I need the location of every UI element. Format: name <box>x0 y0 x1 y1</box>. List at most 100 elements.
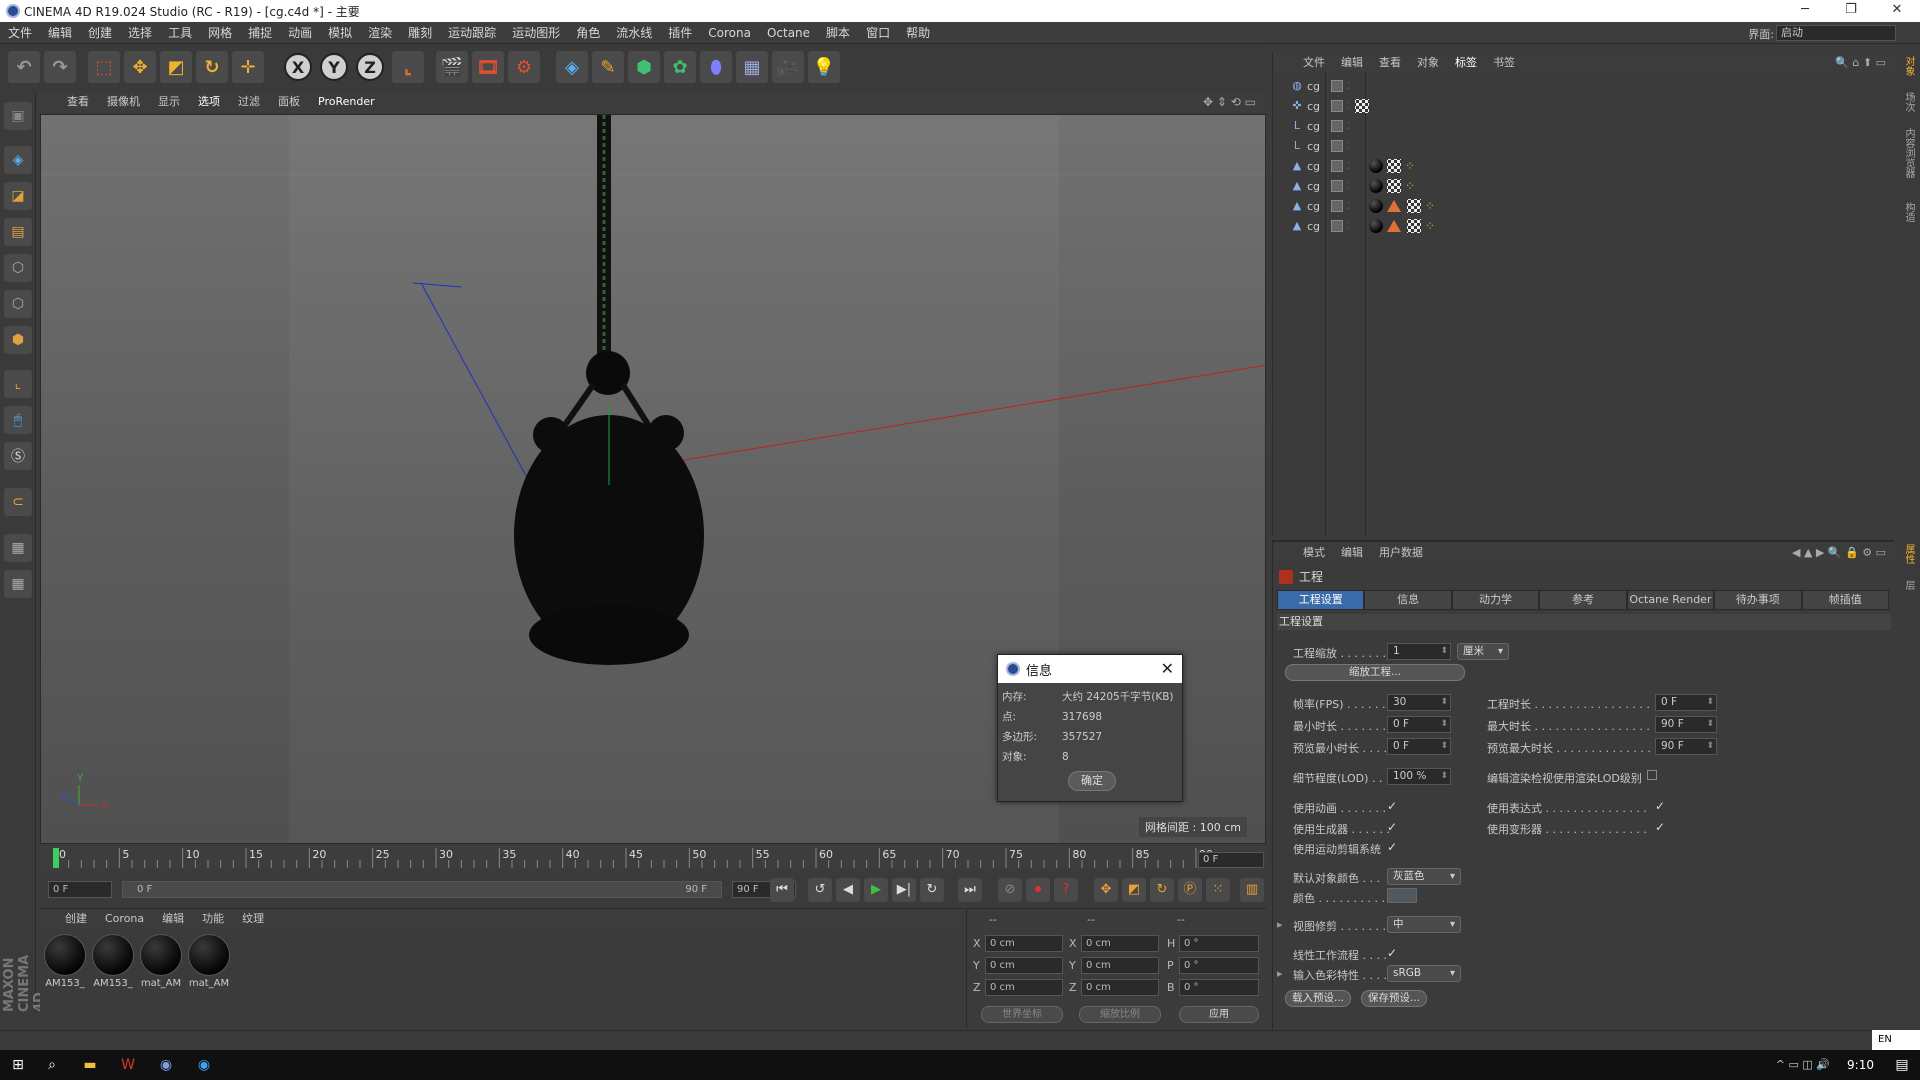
selection-tag-icon[interactable]: ⁘ <box>1405 179 1419 193</box>
render-settings-icon[interactable]: ⚙ <box>508 51 540 83</box>
ime-indicator[interactable]: EN <box>1872 1030 1920 1050</box>
pen-spline-icon[interactable]: ✎ <box>592 51 624 83</box>
lod-field[interactable]: 100 % <box>1387 768 1451 785</box>
om-menu-view[interactable]: 查看 <box>1371 54 1409 70</box>
use-deformers-checkbox[interactable]: ✓ <box>1655 821 1667 833</box>
tab-frame-interpolation[interactable]: 帧插值 <box>1801 590 1889 610</box>
input-color-profile-dropdown[interactable]: sRGB <box>1387 965 1461 982</box>
menu-select[interactable]: 选择 <box>120 22 160 44</box>
tab-objects[interactable]: 对象 <box>1900 56 1916 76</box>
goto-next-key-icon[interactable]: ↻ <box>920 878 944 902</box>
play-icon[interactable]: ▶ <box>864 878 888 902</box>
material-tag-icon[interactable] <box>1369 159 1383 173</box>
browser-taskbar-icon[interactable]: ◉ <box>194 1055 214 1075</box>
am-menu-user-data[interactable]: 用户数据 <box>1371 544 1431 560</box>
next-frame-icon[interactable]: ▶| <box>892 878 916 902</box>
layer-toggle[interactable] <box>1331 160 1343 172</box>
om-menu-bookmarks[interactable]: 书签 <box>1485 54 1523 70</box>
material-swatch[interactable]: mat_AM <box>186 934 232 994</box>
material-menu-edit[interactable]: 编辑 <box>153 909 193 929</box>
object-row[interactable]: ▲ cg ⁚ ⁘ <box>1273 176 1895 196</box>
om-search-home-icons[interactable]: 🔍 ⌂ ⬆ ▭ <box>1835 56 1886 69</box>
om-menu-file[interactable]: 文件 <box>1295 54 1333 70</box>
project-scale-field[interactable]: 1 <box>1387 643 1451 660</box>
layer-toggle[interactable] <box>1331 100 1343 112</box>
viewport-menu-display[interactable]: 显示 <box>149 92 189 112</box>
tab-attributes[interactable]: 属性 <box>1900 544 1916 564</box>
tab-info[interactable]: 信息 <box>1364 590 1452 610</box>
preview-min-time-field[interactable]: 0 F <box>1387 738 1451 755</box>
search-icon[interactable]: ⌕ <box>42 1055 62 1075</box>
goto-prev-key-icon[interactable]: ↺ <box>808 878 832 902</box>
texture-mode-icon[interactable]: ◪ <box>4 182 32 210</box>
magnet-icon[interactable]: ⊂ <box>4 488 32 516</box>
use-animation-checkbox[interactable]: ✓ <box>1387 800 1399 812</box>
coord-size-z-field[interactable]: 0 cm <box>1081 979 1159 996</box>
maximize-button[interactable]: ❐ <box>1828 0 1874 22</box>
use-motion-system-checkbox[interactable]: ✓ <box>1387 841 1399 853</box>
object-row[interactable]: ✜ cg ⁚ <box>1273 96 1895 116</box>
polygons-mode-icon[interactable]: ⬢ <box>4 326 32 354</box>
visibility-dots[interactable]: ⁚ <box>1347 81 1350 92</box>
coord-pos-z-field[interactable]: 0 cm <box>985 979 1063 996</box>
max-time-field[interactable]: 90 F <box>1655 716 1717 733</box>
coord-pos-x-field[interactable]: 0 cm <box>985 935 1063 952</box>
tab-layers[interactable]: 层 <box>1900 580 1916 590</box>
layer-toggle[interactable] <box>1331 220 1343 232</box>
tab-project-settings[interactable]: 工程设置 <box>1277 590 1365 610</box>
make-editable-icon[interactable]: ▣ <box>4 102 32 130</box>
project-time-field[interactable]: 0 F <box>1655 694 1717 711</box>
goto-end-icon[interactable]: ⏭ <box>958 878 982 902</box>
tweak-mode-icon[interactable]: 🖱 <box>4 406 32 434</box>
coordinate-system-icon[interactable]: ⌞ <box>392 51 424 83</box>
wps-app-icon[interactable]: W <box>118 1055 138 1075</box>
file-explorer-icon[interactable]: ▬ <box>80 1055 100 1075</box>
input-color-expand-icon[interactable]: ▸ <box>1277 967 1283 980</box>
visibility-dots[interactable]: ⁚ <box>1347 121 1350 132</box>
interface-layout-select[interactable]: 启动 <box>1776 25 1896 41</box>
key-param-icon[interactable]: Ⓟ <box>1178 878 1202 902</box>
coord-size-y-field[interactable]: 0 cm <box>1081 957 1159 974</box>
workplane-lock-icon[interactable]: ▦ <box>4 534 32 562</box>
fps-field[interactable]: 30 <box>1387 694 1451 711</box>
project-scale-unit-dropdown[interactable]: 厘米 <box>1457 643 1509 660</box>
uvw-tag-icon[interactable] <box>1355 99 1369 113</box>
timeline-ruler[interactable]: 051015202530354045505560657075808590 <box>40 846 1266 870</box>
object-row[interactable]: ▲ cg ⁚ ⁘ <box>1273 196 1895 216</box>
material-tag-icon[interactable] <box>1369 179 1383 193</box>
key-position-icon[interactable]: ✥ <box>1094 878 1118 902</box>
z-axis-lock-button[interactable]: Z <box>356 53 384 81</box>
undo-icon[interactable]: ↶ <box>8 51 40 83</box>
redo-icon[interactable]: ↷ <box>44 51 76 83</box>
coord-rot-p-field[interactable]: 0 ° <box>1179 957 1259 974</box>
viewport-menu-view[interactable]: 查看 <box>58 92 98 112</box>
start-frame-field[interactable]: 0 F <box>48 881 112 898</box>
light-icon[interactable]: 💡 <box>808 51 840 83</box>
om-menu-tags[interactable]: 标签 <box>1447 54 1485 70</box>
coord-pos-y-field[interactable]: 0 cm <box>985 957 1063 974</box>
x-axis-lock-button[interactable]: X <box>284 53 312 81</box>
points-mode-icon[interactable]: ⬡ <box>4 254 32 282</box>
prev-frame-icon[interactable]: ◀ <box>836 878 860 902</box>
visibility-dots[interactable]: ⁚ <box>1347 221 1350 232</box>
default-object-color-dropdown[interactable]: 灰蓝色 <box>1387 868 1461 885</box>
auto-key-icon[interactable]: ? <box>1054 878 1078 902</box>
record-key-icon[interactable]: ⏺ <box>1026 878 1050 902</box>
use-expressions-checkbox[interactable]: ✓ <box>1655 800 1667 812</box>
material-swatch[interactable]: mat_AM <box>138 934 184 994</box>
menu-script[interactable]: 脚本 <box>818 22 858 44</box>
snap-icon[interactable]: Ⓢ <box>4 442 32 470</box>
world-coords-dropdown[interactable]: 世界坐标 <box>981 1006 1063 1023</box>
view-clipping-dropdown[interactable]: 中 <box>1387 916 1461 933</box>
preview-max-time-field[interactable]: 90 F <box>1655 738 1717 755</box>
tab-content-browser[interactable]: 内容浏览器 <box>1900 128 1916 178</box>
tab-octane-render[interactable]: Octane Render <box>1626 590 1715 610</box>
menu-mograph[interactable]: 运动图形 <box>504 22 568 44</box>
uvw-tag-icon[interactable] <box>1407 219 1421 233</box>
camera-icon[interactable]: 🎥 <box>772 51 804 83</box>
menu-window[interactable]: 窗口 <box>858 22 898 44</box>
menu-file[interactable]: 文件 <box>0 22 40 44</box>
menu-edit[interactable]: 编辑 <box>40 22 80 44</box>
om-menu-objects[interactable]: 对象 <box>1409 54 1447 70</box>
menu-motion-tracking[interactable]: 运动跟踪 <box>440 22 504 44</box>
